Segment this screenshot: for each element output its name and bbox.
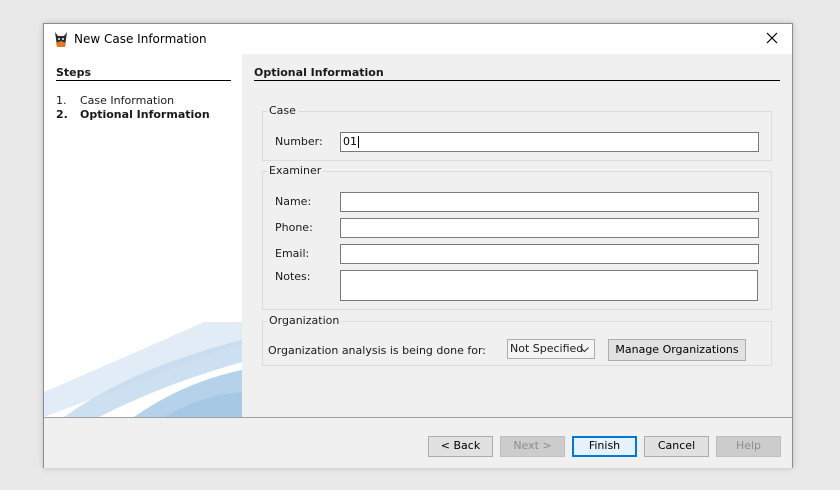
optional-information-panel: Optional Information Case Number: 01 Exa… (242, 54, 792, 417)
step-item-case-information: 1. Case Information (56, 94, 174, 107)
case-number-field[interactable]: 01 (340, 132, 759, 152)
text-caret (358, 136, 359, 148)
step-label: Optional Information (80, 108, 210, 121)
step-number: 1. (56, 94, 67, 107)
finish-button[interactable]: Finish (572, 436, 637, 457)
back-button[interactable]: < Back (428, 436, 493, 457)
examiner-notes-textarea[interactable] (340, 270, 758, 301)
examiner-group: Examiner Name: Phone: Email: Notes: (262, 164, 772, 310)
panel-heading: Optional Information (254, 66, 780, 81)
steps-panel: Steps 1. Case Information 2. Optional Info… (44, 54, 242, 417)
dialog-footer: < Back Next > Finish Cancel Help (44, 417, 792, 468)
organization-group: Organization Organization analysis is be… (262, 314, 772, 366)
examiner-email-field[interactable] (340, 244, 759, 264)
step-item-optional-information: 2. Optional Information (56, 108, 210, 121)
cancel-button[interactable]: Cancel (644, 436, 709, 457)
chevron-down-icon (579, 343, 590, 354)
organization-description: Organization analysis is being done for: (268, 344, 486, 357)
examiner-email-label: Email: (275, 247, 310, 260)
close-button[interactable] (752, 24, 792, 54)
case-group: Case Number: 01 (262, 104, 772, 161)
close-icon (766, 32, 778, 47)
examiner-name-label: Name: (275, 195, 312, 208)
window-title: New Case Information (74, 32, 207, 46)
steps-heading: Steps (56, 66, 231, 81)
new-case-dialog: New Case Information Steps 1. Case Inform… (43, 23, 793, 468)
case-group-title: Case (267, 104, 298, 117)
organization-select[interactable]: Not Specified (507, 339, 595, 359)
case-number-value: 01 (343, 135, 357, 148)
help-button[interactable]: Help (716, 436, 781, 457)
step-label: Case Information (80, 94, 175, 107)
examiner-phone-field[interactable] (340, 218, 759, 238)
autopsy-dog-icon (52, 30, 70, 48)
organization-group-title: Organization (267, 314, 342, 327)
examiner-name-field[interactable] (340, 192, 759, 212)
organization-select-value: Not Specified (510, 342, 584, 355)
title-bar: New Case Information (44, 24, 792, 54)
manage-organizations-button[interactable]: Manage Organizations (608, 339, 746, 361)
next-button[interactable]: Next > (500, 436, 565, 457)
case-number-label: Number: (275, 135, 323, 148)
decorative-swoosh-graphic (44, 322, 242, 417)
examiner-group-title: Examiner (267, 164, 324, 177)
examiner-phone-label: Phone: (275, 221, 313, 234)
examiner-notes-label: Notes: (275, 270, 311, 283)
step-number: 2. (56, 108, 68, 121)
